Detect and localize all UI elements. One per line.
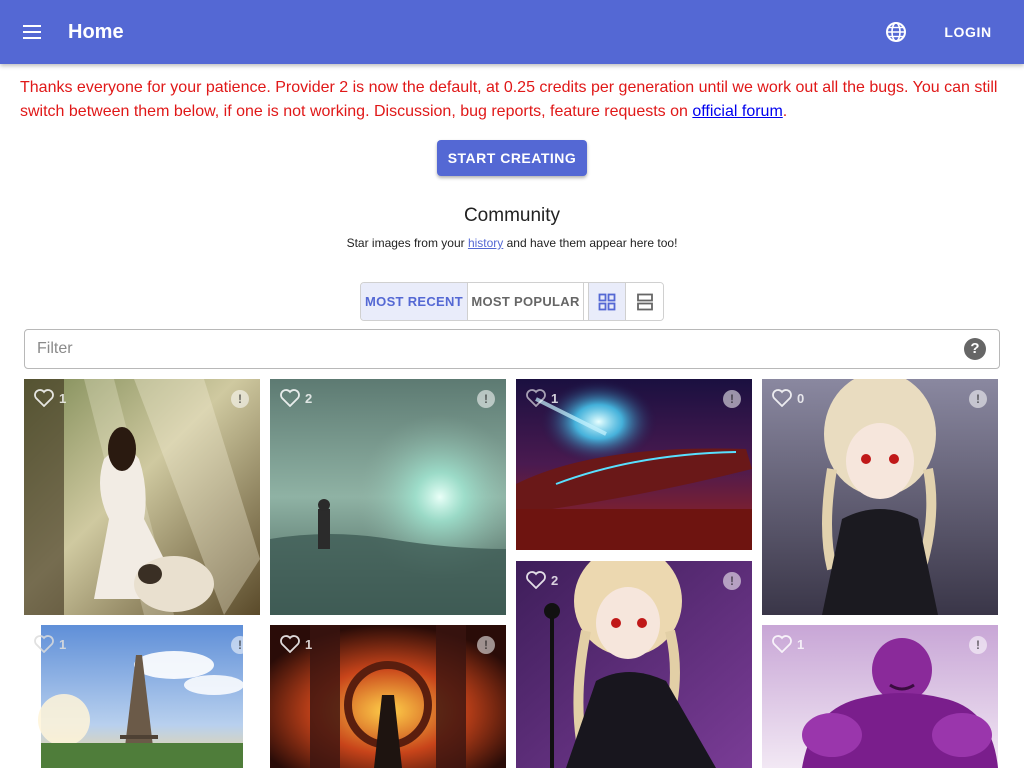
announcement-text: Thanks everyone for your patience. Provi… [20, 76, 1004, 124]
like-count: 1 [551, 391, 559, 406]
report-icon[interactable]: ! [231, 636, 249, 654]
gallery-image [762, 379, 998, 615]
report-icon[interactable]: ! [723, 390, 741, 408]
language-globe-icon[interactable] [884, 20, 908, 44]
like-count: 1 [59, 391, 67, 406]
gallery-card[interactable]: 1 ! [270, 625, 506, 768]
heart-icon[interactable] [772, 635, 792, 653]
page-title: Home [68, 21, 124, 43]
community-subtitle: Star images from your history and have t… [0, 234, 1024, 252]
official-forum-link[interactable]: official forum [692, 103, 782, 120]
report-icon[interactable]: ! [969, 390, 987, 408]
community-sub-after: and have them appear here too! [503, 236, 678, 250]
gallery-card[interactable]: 2 ! [516, 561, 752, 768]
heart-icon[interactable] [526, 571, 546, 589]
gallery-card[interactable]: 1 ! [762, 625, 998, 768]
like-count: 1 [305, 637, 313, 652]
heart-icon[interactable] [280, 635, 300, 653]
report-icon[interactable]: ! [477, 390, 495, 408]
gallery-card[interactable]: 1 ! [516, 379, 752, 550]
gallery-card[interactable]: 2 ! [270, 379, 506, 615]
report-icon[interactable]: ! [723, 572, 741, 590]
gallery-image [270, 379, 506, 615]
filter-field: ? [24, 329, 1000, 369]
gallery-image [516, 561, 752, 768]
report-icon[interactable]: ! [969, 636, 987, 654]
announcement-end: . [782, 103, 788, 120]
report-icon[interactable]: ! [231, 390, 249, 408]
like-count: 2 [551, 573, 559, 588]
heart-icon[interactable] [34, 635, 54, 653]
gallery-card[interactable]: 0 ! [762, 379, 998, 615]
gallery-image [24, 379, 260, 615]
like-count: 0 [797, 391, 805, 406]
like-count: 1 [797, 637, 805, 652]
community-sub-before: Star images from your [346, 236, 468, 250]
login-button[interactable]: LOGIN [934, 18, 1002, 46]
tab-most-popular[interactable]: MOST POPULAR [468, 283, 584, 320]
heart-icon[interactable] [772, 389, 792, 407]
help-icon[interactable]: ? [964, 338, 986, 360]
like-count: 2 [305, 391, 313, 406]
gallery-card[interactable]: 1 ! [24, 379, 260, 615]
history-link[interactable]: history [468, 236, 503, 250]
menu-icon[interactable] [20, 20, 44, 44]
announcement-body: Thanks everyone for your patience. Provi… [20, 79, 998, 120]
report-icon[interactable]: ! [477, 636, 495, 654]
gallery-card[interactable]: 1 ! [24, 625, 260, 768]
filter-input[interactable] [37, 338, 937, 360]
sort-and-view-toggle: MOST RECENT MOST POPULAR [360, 282, 664, 321]
heart-icon[interactable] [526, 389, 546, 407]
grid-view-icon[interactable] [589, 283, 626, 320]
like-count: 1 [59, 637, 67, 652]
heart-icon[interactable] [280, 389, 300, 407]
start-creating-button[interactable]: START CREATING [437, 140, 587, 176]
heart-icon[interactable] [34, 389, 54, 407]
app-bar: Home LOGIN [0, 0, 1024, 64]
community-heading: Community [463, 205, 561, 226]
tab-most-recent[interactable]: MOST RECENT [361, 283, 468, 320]
list-view-icon[interactable] [626, 283, 663, 320]
